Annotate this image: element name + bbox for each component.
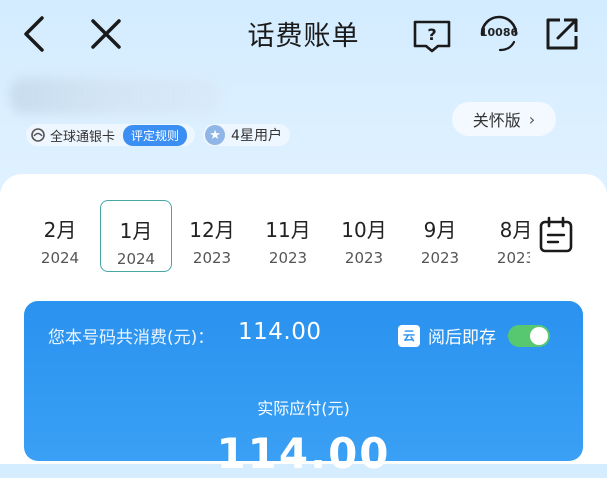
month-tab[interactable]: 11月 2023 <box>252 200 324 272</box>
month-label: 9月 <box>423 218 457 242</box>
star-icon: ★ <box>205 125 226 145</box>
card-level-icon <box>31 128 45 142</box>
calendar-button[interactable] <box>536 215 576 255</box>
month-tab[interactable]: 9月 2023 <box>404 200 476 272</box>
year-label: 2023 <box>344 249 384 267</box>
year-label: 2023 <box>192 249 232 267</box>
month-tab[interactable]: 10月 2023 <box>328 200 400 272</box>
read-save-label: 阅后即存 <box>428 328 496 348</box>
month-tab[interactable]: 8月 2023 <box>480 200 530 272</box>
year-label: 2023 <box>420 249 460 267</box>
month-label: 2月 <box>43 218 77 242</box>
payable-label: 实际应付(元) <box>257 399 350 418</box>
user-rank-tag: ★ 4星用户 <box>203 124 290 146</box>
bill-summary-card: 您本号码共消费(元)： 114.00 云 阅后即存 实际应付(元) 114.00 <box>24 301 583 478</box>
care-mode-button[interactable]: 关怀版 › <box>452 102 556 136</box>
consumption-label: 您本号码共消费(元)： <box>48 328 215 348</box>
share-icon <box>546 18 578 50</box>
year-label: 2024 <box>40 249 80 267</box>
help-book-icon: ? <box>413 20 451 53</box>
account-tags: 全球通银卡 评定规则 ★ 4星用户 <box>26 123 290 147</box>
year-label: 2023 <box>496 249 530 267</box>
cloud-save-icon: 云 <box>398 324 420 347</box>
top-bar: 话费账单 ? 10086 <box>0 0 607 70</box>
month-label: 10月 <box>341 218 387 242</box>
chevron-right-icon: › <box>528 109 536 129</box>
hotline-button[interactable]: 10086 <box>474 12 524 56</box>
care-mode-label: 关怀版 <box>472 111 521 130</box>
month-selector: 2月 2024 1月 2024 12月 2023 11月 2023 10月 20… <box>20 200 530 276</box>
year-label: 2023 <box>268 249 308 267</box>
month-label: 11月 <box>265 218 311 242</box>
card-level-tag: 全球通银卡 评定规则 <box>26 124 196 146</box>
month-tab[interactable]: 12月 2023 <box>176 200 248 272</box>
month-tab[interactable]: 2月 2024 <box>24 200 96 272</box>
help-button[interactable]: ? <box>410 14 454 58</box>
toggle-knob <box>530 326 548 345</box>
user-rank-label: 4星用户 <box>231 128 282 144</box>
rules-link[interactable]: 评定规则 <box>123 124 188 146</box>
read-save-toggle[interactable] <box>508 324 550 347</box>
payable-amount: 114.00 <box>216 429 391 478</box>
month-tab-selected[interactable]: 1月 2024 <box>100 200 172 272</box>
card-level-label: 全球通银卡 <box>50 129 116 145</box>
share-button[interactable] <box>540 12 584 56</box>
read-save-control: 云 阅后即存 <box>398 323 550 348</box>
masked-phone-number <box>10 78 220 114</box>
consumption-value: 114.00 <box>238 319 322 345</box>
year-label: 2024 <box>116 250 156 268</box>
svg-text:?: ? <box>427 25 436 44</box>
month-label: 12月 <box>189 218 235 242</box>
calendar-icon <box>539 216 573 253</box>
hotline-number: 10086 <box>479 26 519 39</box>
month-label: 1月 <box>119 219 153 243</box>
month-label: 8月 <box>499 218 530 242</box>
